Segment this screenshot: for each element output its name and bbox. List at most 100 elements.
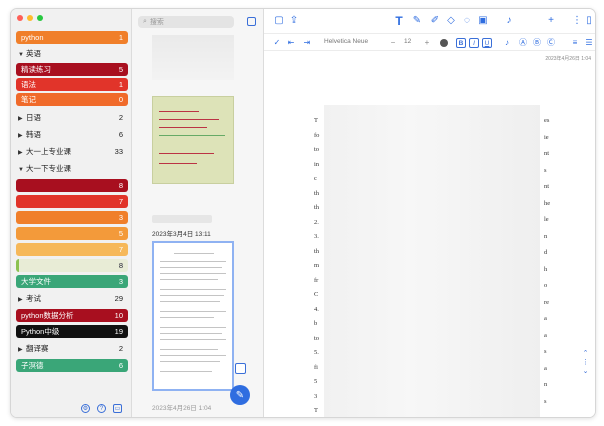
close-window-button[interactable] xyxy=(17,15,23,21)
gear-icon[interactable]: ⚙ xyxy=(81,404,90,413)
page-navigation[interactable]: ⌃ ⋮ ⌄ xyxy=(582,349,589,376)
text-tool-icon[interactable]: T xyxy=(394,15,404,27)
chevron-right-icon[interactable]: ▶ xyxy=(18,149,26,156)
sidebar-group-count: 29 xyxy=(114,294,123,303)
chevron-right-icon[interactable]: ▶ xyxy=(18,115,26,122)
text-line xyxy=(160,301,220,302)
chevron-down-icon[interactable]: ⌄ xyxy=(582,367,589,376)
note-date: 2023年4月26日 1:04 xyxy=(152,405,212,412)
sidebar-item-last[interactable]: 子溟德 6 xyxy=(16,359,128,372)
sidebar-item-python-intermediate[interactable]: Python中级 19 xyxy=(16,325,128,338)
note-thumbnail[interactable] xyxy=(152,35,234,80)
sidebar-item-grammar[interactable]: 语法 1 xyxy=(16,78,128,91)
new-note-icon[interactable] xyxy=(247,17,256,26)
sidebar-toggle-icon[interactable]: ▢ xyxy=(274,16,284,26)
sidebar-item-course[interactable]: 7 xyxy=(16,243,128,256)
margin-fragment: 3. xyxy=(314,233,319,240)
sidebar-group-english[interactable]: ▼ 英语 xyxy=(16,47,128,60)
maximize-window-button[interactable] xyxy=(37,15,43,21)
margin-fragment: nt xyxy=(544,150,550,157)
underline-button[interactable]: U xyxy=(482,38,492,48)
sidebar-group-fresh-term2[interactable]: ▼ 大一下专业课 xyxy=(16,162,128,175)
add-icon[interactable]: + xyxy=(546,16,556,26)
margin-fragment: T xyxy=(314,407,318,414)
bold-button[interactable]: B xyxy=(456,38,466,48)
sidebar-group-translation-contest[interactable]: ▶ 翻译赛 2 xyxy=(16,342,128,355)
sidebar-item-notes[interactable]: 笔记 0 xyxy=(16,93,128,106)
sidebar-group-exams[interactable]: ▶ 考试 29 xyxy=(16,292,128,305)
numbered-list-icon[interactable]: ☰ xyxy=(584,38,594,48)
minimize-window-button[interactable] xyxy=(27,15,33,21)
microphone-small-icon[interactable]: ♪ xyxy=(502,38,512,48)
heading-a-icon[interactable]: Ⓐ xyxy=(518,38,528,48)
sidebar-item-course[interactable]: 5 xyxy=(16,227,128,240)
trash-icon[interactable]: ▭ xyxy=(113,404,122,413)
sidebar-item-label: 子溟德 xyxy=(21,361,44,370)
handwriting-stroke xyxy=(159,119,219,120)
editor-toolbar: ▢ ⇪ T ✎ ✐ ◇ ◌ ▣ ♪ + ⋮ ▯ xyxy=(264,9,595,33)
sidebar-group-count: 2 xyxy=(118,113,123,122)
share-icon[interactable]: ⇪ xyxy=(289,16,299,26)
text-line xyxy=(174,253,214,254)
sidebar-group-fresh-term1[interactable]: ▶ 大一上专业课 33 xyxy=(16,145,128,158)
lasso-icon[interactable]: ◌ xyxy=(462,16,472,26)
device-icon[interactable]: ▯ xyxy=(584,16,594,26)
chevron-down-icon[interactable]: ▼ xyxy=(18,52,26,58)
sidebar-item-python[interactable]: python 1 xyxy=(16,31,128,44)
indent-left-icon[interactable]: ⇤ xyxy=(286,38,296,48)
eraser-icon[interactable]: ◇ xyxy=(446,16,456,26)
checkmark-icon[interactable]: ✓ xyxy=(272,38,282,48)
list-icon[interactable]: ≡ xyxy=(570,38,580,48)
sidebar-group-korean[interactable]: ▶ 韩语 6 xyxy=(16,128,128,141)
margin-fragment: m xyxy=(314,262,320,269)
font-name[interactable]: Helvetica Neue xyxy=(324,38,368,45)
ruler-icon[interactable]: ⋮ xyxy=(582,358,589,367)
sidebar: python 1 ▼ 英语 精读练习 5 语法 1 笔记 0 ▶ 日语 2 ▶ 韩语 … xyxy=(11,9,132,417)
heading-b-icon[interactable]: Ⓑ xyxy=(532,38,542,48)
indent-right-icon[interactable]: ⇥ xyxy=(302,38,312,48)
microphone-icon[interactable]: ♪ xyxy=(504,16,514,26)
chevron-right-icon[interactable]: ▶ xyxy=(18,346,26,353)
increase-font-icon[interactable]: + xyxy=(422,38,432,48)
sidebar-item-intensive-reading[interactable]: 精读练习 5 xyxy=(16,63,128,76)
sidebar-item-course[interactable]: 7 xyxy=(16,195,128,208)
text-line xyxy=(160,289,226,290)
font-size[interactable]: 12 xyxy=(404,38,411,45)
chevron-up-icon[interactable]: ⌃ xyxy=(582,349,589,358)
text-line xyxy=(160,333,222,334)
sidebar-group-label: 翻译赛 xyxy=(26,344,49,353)
text-color-swatch[interactable] xyxy=(440,39,448,47)
sidebar-item-course[interactable]: 8 xyxy=(16,179,128,192)
window-controls xyxy=(17,15,43,21)
sidebar-item-course[interactable]: 3 xyxy=(16,211,128,224)
chevron-right-icon[interactable]: ▶ xyxy=(18,132,26,139)
scan-icon[interactable] xyxy=(235,363,246,374)
search-input[interactable]: ⌕ 搜索 xyxy=(138,16,234,28)
heading-c-icon[interactable]: Ⓒ xyxy=(546,38,556,48)
sidebar-item-university-files[interactable]: 大学文件 3 xyxy=(16,275,128,288)
highlighter-icon[interactable]: ✐ xyxy=(430,16,440,26)
sidebar-group-count: 2 xyxy=(118,344,123,353)
note-thumbnail[interactable] xyxy=(152,96,234,184)
sidebar-item-course[interactable]: 8 xyxy=(16,259,128,272)
note-thumbnail-selected[interactable] xyxy=(152,241,234,391)
document-page[interactable]: Tfo to in c th th 2. 3. th m fr C 4. b to 5. fi 5 3 T es ie n… xyxy=(314,87,554,417)
margin-fragment: a xyxy=(544,364,547,372)
italic-button[interactable]: I xyxy=(469,38,479,48)
sidebar-item-count: 3 xyxy=(118,213,123,222)
chevron-right-icon[interactable]: ▶ xyxy=(18,296,26,303)
app-window: python 1 ▼ 英语 精读练习 5 语法 1 笔记 0 ▶ 日语 2 ▶ 韩语 … xyxy=(10,8,596,418)
margin-fragment: to xyxy=(314,146,320,153)
decrease-font-icon[interactable]: − xyxy=(388,38,398,48)
help-icon[interactable]: ? xyxy=(97,404,106,413)
margin-fragment: C xyxy=(314,291,319,298)
edit-note-button[interactable]: ✎ xyxy=(230,385,250,405)
more-icon[interactable]: ⋮ xyxy=(572,16,582,26)
sidebar-group-japanese[interactable]: ▶ 日语 2 xyxy=(16,111,128,124)
pen-icon[interactable]: ✎ xyxy=(412,16,422,26)
sidebar-group-label: 英语 xyxy=(26,49,41,58)
image-icon[interactable]: ▣ xyxy=(478,16,488,26)
chevron-down-icon[interactable]: ▼ xyxy=(18,167,26,173)
margin-fragment: 5 xyxy=(314,378,318,385)
sidebar-item-python-data-analysis[interactable]: python数据分析 10 xyxy=(16,309,128,322)
